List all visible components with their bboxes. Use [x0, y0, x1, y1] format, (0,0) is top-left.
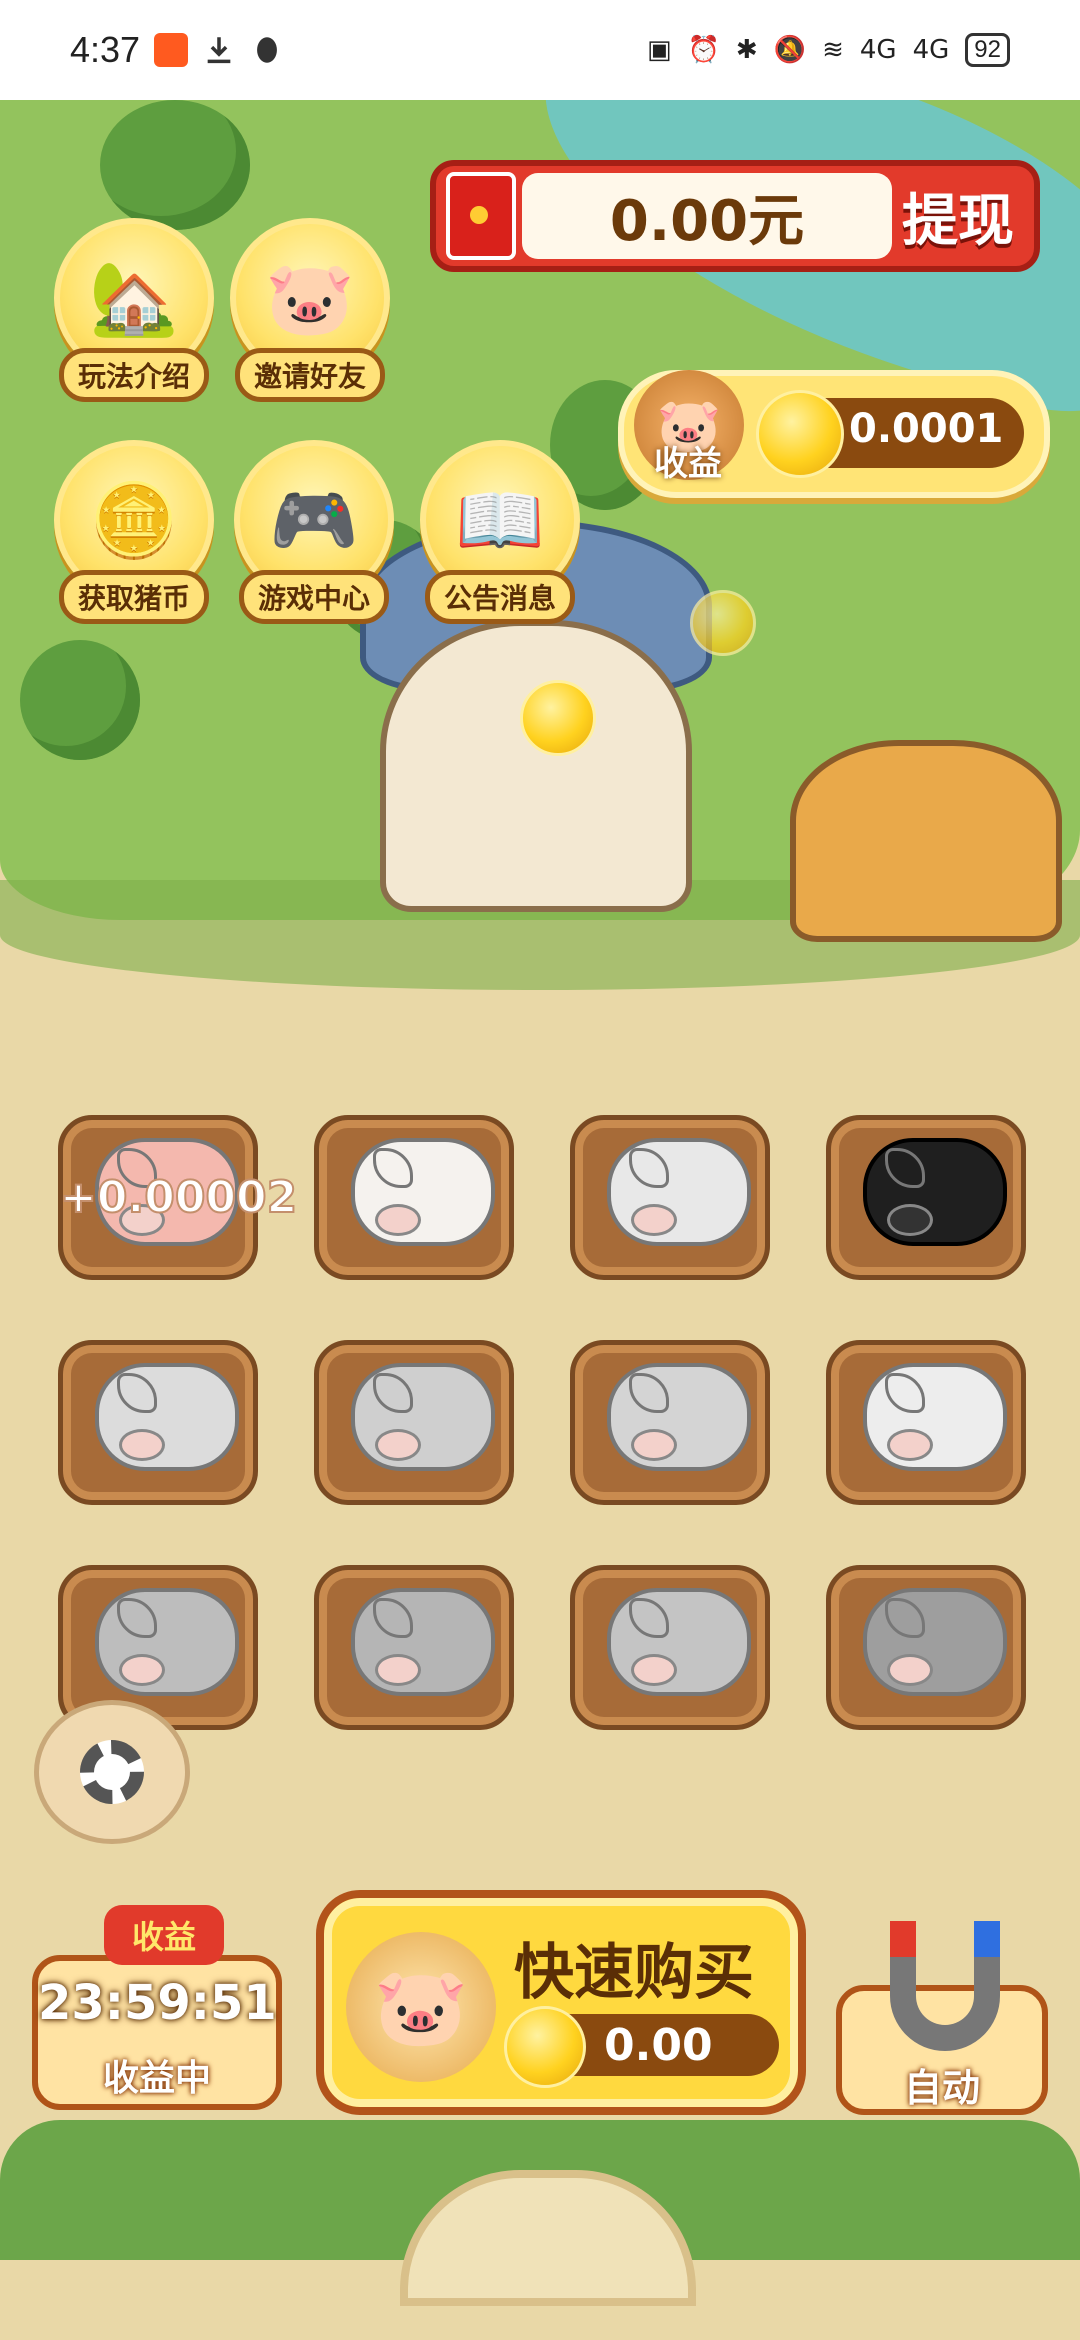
- pig-pen[interactable]: [570, 1115, 770, 1280]
- invite-friends-button[interactable]: 🐷 邀请好友: [230, 218, 390, 402]
- earning-timer-card[interactable]: 收益 23:59:51 收益中: [32, 1905, 282, 2110]
- pig-pen[interactable]: [826, 1115, 1026, 1280]
- cash-balance: 0.00元: [522, 173, 892, 259]
- gear-icon: [80, 1740, 144, 1804]
- auto-button[interactable]: 自动: [836, 1921, 1048, 2115]
- pig-pen[interactable]: [570, 1565, 770, 1730]
- qq-penguin-icon: [257, 37, 277, 63]
- income-value: 0.0001: [849, 406, 1004, 452]
- timer-status: 收益中: [102, 2058, 211, 2099]
- pig-pen[interactable]: [826, 1565, 1026, 1730]
- pig-snout: [631, 1429, 677, 1461]
- battery-icon: 92: [965, 33, 1010, 67]
- pig-hut[interactable]: [790, 740, 1062, 942]
- pig-ear: [885, 1148, 925, 1188]
- pig-ear: [373, 1373, 413, 1413]
- status-time: 4:37: [70, 29, 141, 70]
- pig-ear: [117, 1598, 157, 1638]
- coin-icon: [520, 680, 596, 756]
- pig-snout: [375, 1429, 421, 1461]
- pig-snout: [119, 1654, 165, 1686]
- game-center-label: 游戏中心: [238, 570, 389, 624]
- pig[interactable]: [863, 1588, 1007, 1696]
- quick-buy-button[interactable]: 🐷 快速购买 0.00: [316, 1890, 806, 2115]
- pig-pen[interactable]: [570, 1340, 770, 1505]
- get-pig-coins-button[interactable]: 🪙 获取猪币: [54, 440, 214, 624]
- pig-snout: [375, 1654, 421, 1686]
- pig[interactable]: [351, 1363, 495, 1471]
- coin-icon: [504, 2006, 586, 2088]
- wifi-icon: ≋: [822, 35, 844, 65]
- magnet-south-pole: [974, 1921, 1000, 1957]
- get-pig-coins-label: 获取猪币: [58, 570, 209, 624]
- pig-ear: [373, 1148, 413, 1188]
- app-notification-icon: [154, 33, 189, 67]
- pig-snout: [375, 1204, 421, 1236]
- pig-pen[interactable]: [314, 1115, 514, 1280]
- withdraw-bar: 0.00元 提现: [430, 160, 1040, 272]
- income-label: 收益: [654, 444, 722, 484]
- invite-friends-label: 邀请好友: [234, 348, 385, 402]
- how-to-play-label: 玩法介绍: [58, 348, 209, 402]
- magnet-north-pole: [890, 1921, 916, 1957]
- pig[interactable]: [95, 1588, 239, 1696]
- pig-snout: [887, 1429, 933, 1461]
- signal-4g-icon-a: 4G: [859, 35, 897, 65]
- tree: [100, 100, 250, 230]
- withdraw-button[interactable]: 提现: [892, 176, 1024, 257]
- main-house[interactable]: [380, 620, 692, 912]
- pig[interactable]: [863, 1363, 1007, 1471]
- coin-icon: [756, 390, 844, 478]
- timer-countdown: 23:59:51: [38, 1975, 277, 2031]
- pig[interactable]: [863, 1138, 1007, 1246]
- bluetooth-icon: ✱: [735, 35, 758, 65]
- pig-farmer-icon: 🐷: [346, 1932, 496, 2082]
- pig-pen[interactable]: [314, 1565, 514, 1730]
- pig[interactable]: [607, 1138, 751, 1246]
- pig-pen[interactable]: [314, 1340, 514, 1505]
- pig-ear: [885, 1373, 925, 1413]
- status-bar: 4:37 ▣ ⏰ ✱ 🔕 ≋ 4G 4G 92: [0, 0, 1080, 100]
- game-center-button[interactable]: 🎮 游戏中心: [234, 440, 394, 624]
- pig-snout: [887, 1204, 933, 1236]
- signal-4g-icon-b: 4G: [912, 35, 950, 65]
- pig-ear: [629, 1373, 669, 1413]
- mute-icon: 🔕: [773, 35, 807, 65]
- pig-ear: [117, 1373, 157, 1413]
- pig[interactable]: [351, 1138, 495, 1246]
- settings-button[interactable]: [34, 1700, 190, 1844]
- pig-pen[interactable]: [826, 1340, 1026, 1505]
- pig-ear: [373, 1598, 413, 1638]
- pig[interactable]: [607, 1363, 751, 1471]
- pig-ear: [885, 1598, 925, 1638]
- pig[interactable]: [95, 1363, 239, 1471]
- coin-icon: [690, 590, 756, 656]
- announcements-button[interactable]: 📖 公告消息: [420, 440, 580, 624]
- auto-label: 自动: [903, 2066, 980, 2110]
- pig-ear: [629, 1598, 669, 1638]
- pig[interactable]: [351, 1588, 495, 1696]
- pig-snout: [631, 1654, 677, 1686]
- announcements-label: 公告消息: [424, 570, 575, 624]
- red-envelope-icon: [446, 172, 516, 260]
- alarm-icon: ⏰: [687, 35, 720, 65]
- quick-buy-label: 快速购买: [514, 1938, 754, 2008]
- quick-buy-price: 0.00: [604, 2020, 713, 2071]
- pig-snout: [119, 1429, 165, 1461]
- timer-tag: 收益: [104, 1905, 224, 1965]
- pig-snout: [631, 1204, 677, 1236]
- pig-pen[interactable]: [58, 1340, 258, 1505]
- tree: [20, 640, 140, 760]
- income-counter[interactable]: 🐷 收益 0.0001: [618, 370, 1050, 498]
- floating-earning: +0.00002: [59, 1171, 298, 1224]
- download-icon: [207, 37, 231, 64]
- pig-ear: [629, 1148, 669, 1188]
- nfc-icon: ▣: [646, 35, 672, 65]
- pig-snout: [887, 1654, 933, 1686]
- pig[interactable]: [607, 1588, 751, 1696]
- how-to-play-button[interactable]: 🏡 玩法介绍: [54, 218, 214, 402]
